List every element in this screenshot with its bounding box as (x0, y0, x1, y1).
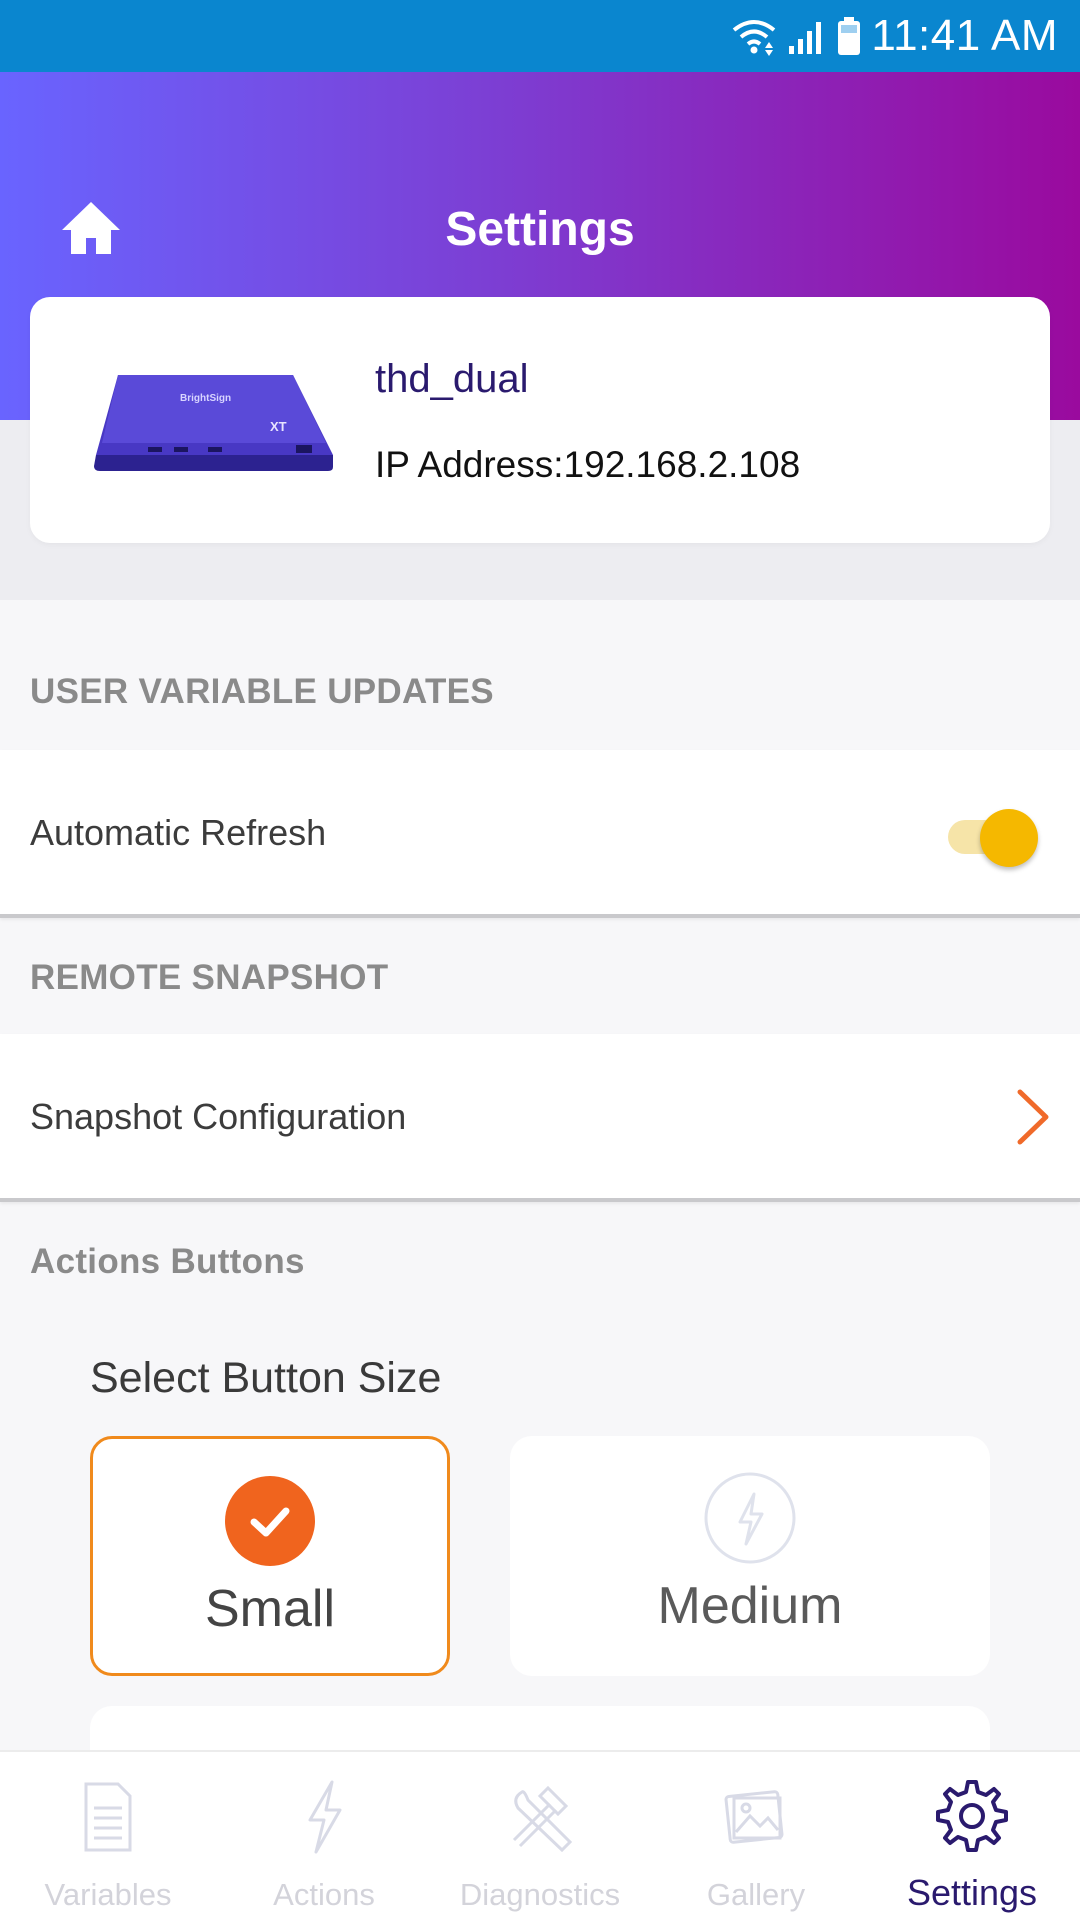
lightning-icon (308, 1780, 342, 1854)
check-circle-icon (225, 1476, 315, 1566)
nav-item-diagnostics[interactable]: Diagnostics (432, 1752, 648, 1920)
automatic-refresh-row[interactable]: Automatic Refresh (0, 750, 1080, 918)
nav-label-variables: Variables (44, 1877, 172, 1912)
nav-label-actions: Actions (273, 1877, 375, 1912)
device-card[interactable]: BrightSign XT thd_dual IP Address:192.16… (30, 297, 1050, 543)
nav-item-actions[interactable]: Actions (216, 1752, 432, 1920)
tools-icon (512, 1785, 573, 1853)
toggle-thumb (980, 809, 1038, 867)
device-image: BrightSign XT (94, 375, 333, 471)
section-actions-buttons: Actions Buttons (30, 1242, 305, 1281)
device-brand: BrightSign (180, 393, 231, 404)
snapshot-configuration-row[interactable]: Snapshot Configuration (0, 1034, 1080, 1202)
lightning-circle-icon (704, 1472, 796, 1564)
automatic-refresh-toggle[interactable] (944, 806, 1040, 867)
gear-icon (936, 1780, 1008, 1852)
nav-label-settings: Settings (906, 1872, 1038, 1913)
automatic-refresh-label: Automatic Refresh (30, 812, 327, 853)
device-model: XT (270, 419, 287, 434)
wifi-icon (733, 20, 776, 56)
nav-item-variables[interactable]: Variables (0, 1752, 216, 1920)
document-icon (84, 1782, 132, 1852)
section-user-variable-updates: USER VARIABLE UPDATES (30, 672, 494, 711)
page-title: Settings (445, 203, 635, 256)
size-option-small[interactable]: Small (90, 1436, 450, 1676)
nav-label-gallery: Gallery (706, 1877, 806, 1912)
size-option-medium-label: Medium (657, 1577, 843, 1635)
status-time: 11:41 AM (871, 11, 1058, 60)
select-button-size-title: Select Button Size (90, 1354, 442, 1402)
snapshot-configuration-label: Snapshot Configuration (30, 1096, 407, 1137)
chevron-right-icon (1017, 1089, 1049, 1145)
nav-item-settings[interactable]: Settings (864, 1752, 1080, 1920)
section-remote-snapshot: REMOTE SNAPSHOT (30, 958, 389, 997)
device-ip: IP Address:192.168.2.108 (375, 444, 801, 485)
bottom-nav: Variables Actions Diagnostics Gallery Se… (0, 1750, 1080, 1920)
size-option-small-label: Small (204, 1580, 336, 1638)
gallery-icon (724, 1790, 784, 1844)
status-icons: 11:41 AM (731, 10, 1058, 62)
device-name: thd_dual (375, 357, 529, 401)
nav-label-diagnostics: Diagnostics (459, 1877, 621, 1912)
battery-icon (838, 17, 861, 55)
nav-item-gallery[interactable]: Gallery (648, 1752, 864, 1920)
size-option-medium[interactable]: Medium (510, 1436, 990, 1676)
signal-icon (789, 22, 822, 54)
status-bar: 11:41 AM (0, 0, 1080, 72)
